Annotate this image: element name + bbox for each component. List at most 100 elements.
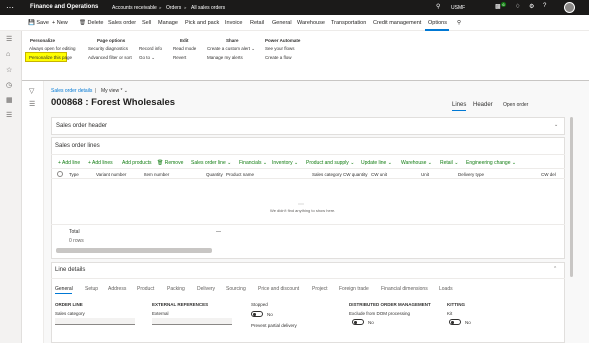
select-all-checkbox[interactable] [57, 171, 63, 177]
tab-transportation[interactable]: Transportation [331, 20, 366, 26]
breadcrumb-accounts-receivable[interactable]: Accounts receivable [112, 5, 157, 11]
col-header-cw-quantity[interactable]: CW quantity [343, 172, 368, 177]
chat-icon[interactable]: ▩ [495, 3, 501, 10]
col-header-type[interactable]: Type [69, 172, 79, 177]
col-header-quantity[interactable]: Quantity [206, 172, 223, 177]
workspaces-icon[interactable]: ▦ [6, 96, 13, 104]
tab-sales-order[interactable]: Sales order [108, 20, 136, 26]
security-diagnostics-button[interactable]: Security diagnostics [88, 46, 128, 51]
action-search-icon[interactable]: ⚲ [457, 20, 461, 26]
tab-address[interactable]: Address [108, 286, 126, 292]
breadcrumb-all-sales-orders[interactable]: All sales orders [191, 5, 225, 11]
tab-retail[interactable]: Retail [250, 20, 264, 26]
hamburger-icon[interactable]: ☰ [6, 35, 12, 43]
read-mode-button[interactable]: Read mode [173, 46, 196, 51]
vertical-scrollbar[interactable] [570, 117, 573, 277]
warehouse-menu[interactable]: Warehouse ⌄ [401, 160, 432, 166]
modules-icon[interactable]: ☰ [6, 111, 12, 119]
chevron-down-icon[interactable]: ⌄ [554, 122, 558, 128]
col-header-variant-number[interactable]: Variant number [96, 172, 126, 177]
col-header-item-number[interactable]: Item number [144, 172, 169, 177]
tab-loads[interactable]: Loads [439, 286, 453, 292]
exclude-dom-toggle[interactable] [352, 319, 364, 325]
sales-order-lines-title[interactable]: Sales order lines [55, 143, 100, 149]
chevron-up-icon[interactable]: ⌃ [553, 266, 557, 272]
header-view-toggle[interactable]: Header [473, 102, 493, 108]
tab-price-and-discount[interactable]: Price and discount [258, 286, 299, 292]
tab-general[interactable]: General [272, 20, 292, 26]
sales-order-header-card[interactable]: Sales order header ⌄ [51, 117, 565, 135]
tab-options[interactable]: Options [428, 20, 447, 26]
tab-invoice[interactable]: Invoice [225, 20, 242, 26]
tab-foreign-trade[interactable]: Foreign trade [339, 286, 369, 292]
engineering-change-menu[interactable]: Engineering change ⌄ [466, 160, 516, 166]
financials-menu[interactable]: Financials ⌄ [239, 160, 267, 166]
gear-icon[interactable]: ⚙ [529, 3, 534, 10]
col-header-cw-delivery[interactable]: CW del [541, 172, 556, 177]
app-launcher-icon[interactable]: ⋯ [6, 3, 15, 12]
sales-order-line-menu[interactable]: Sales order line ⌄ [191, 160, 231, 166]
line-details-title[interactable]: Line details [55, 267, 85, 273]
tab-packing[interactable]: Packing [167, 286, 185, 292]
record-info-button[interactable]: Record info [139, 46, 162, 51]
tab-product[interactable]: Product [137, 286, 154, 292]
create-custom-alert-button[interactable]: Create a custom alert ⌄ [207, 46, 255, 52]
see-your-flows-button[interactable]: See your flows [265, 46, 295, 51]
app-title[interactable]: Finance and Operations [30, 4, 98, 10]
recent-icon[interactable]: ◷ [6, 81, 12, 89]
bell-icon[interactable]: ♢ [515, 3, 520, 10]
save-button[interactable]: 💾 Save [28, 20, 49, 26]
personalize-this-page-button[interactable]: Personalize this page [29, 55, 72, 60]
search-icon[interactable]: ⚲ [436, 3, 440, 10]
horizontal-scrollbar[interactable] [56, 248, 212, 253]
tab-warehouse[interactable]: Warehouse [297, 20, 325, 26]
tab-delivery[interactable]: Delivery [197, 286, 215, 292]
filter-icon[interactable]: ▽ [29, 87, 34, 95]
kit-toggle[interactable] [449, 319, 461, 325]
view-selector[interactable]: My view * ⌄ [101, 88, 128, 94]
create-a-flow-button[interactable]: Create a flow [265, 55, 292, 60]
new-button[interactable]: + New [52, 20, 68, 26]
tab-general[interactable]: General [55, 286, 73, 292]
list-icon[interactable]: ☰ [29, 100, 35, 108]
stopped-toggle[interactable] [251, 311, 263, 317]
lines-view-toggle[interactable]: Lines [452, 102, 466, 108]
avatar[interactable] [564, 2, 575, 13]
revert-button[interactable]: Revert [173, 55, 186, 60]
tab-manage[interactable]: Manage [158, 20, 178, 26]
home-icon[interactable]: ⌂ [6, 51, 10, 58]
help-icon[interactable]: ? [543, 3, 546, 9]
star-icon[interactable]: ☆ [6, 66, 12, 74]
col-header-unit[interactable]: Unit [421, 172, 429, 177]
add-products-button[interactable]: Add products [122, 160, 151, 166]
tab-project[interactable]: Project [312, 286, 328, 292]
go-to-button[interactable]: Go to ⌄ [139, 55, 155, 61]
tab-setup[interactable]: Setup [85, 286, 98, 292]
page-breadcrumb[interactable]: Sales order details [51, 88, 92, 94]
tab-financial-dimensions[interactable]: Financial dimensions [381, 286, 428, 292]
tab-sourcing[interactable]: Sourcing [226, 286, 246, 292]
update-line-menu[interactable]: Update line ⌄ [361, 160, 392, 166]
tab-pick-and-pack[interactable]: Pick and pack [185, 20, 219, 26]
col-header-cw-unit[interactable]: CW unit [371, 172, 387, 177]
sales-order-header-title[interactable]: Sales order header [56, 123, 107, 129]
delete-button[interactable]: 🗑 Delete [79, 20, 103, 26]
breadcrumb-orders[interactable]: Orders [166, 5, 181, 11]
always-open-for-editing-button[interactable]: Always open for editing [29, 46, 76, 51]
add-lines-button[interactable]: + Add lines [88, 160, 113, 166]
tab-sell[interactable]: Sell [142, 20, 151, 26]
add-line-button[interactable]: + Add line [58, 160, 80, 166]
sales-category-input[interactable] [55, 318, 135, 325]
tab-credit-management[interactable]: Credit management [373, 20, 421, 26]
company-picker[interactable]: USMF [451, 5, 465, 11]
manage-my-alerts-button[interactable]: Manage my alerts [207, 55, 243, 60]
col-header-delivery-type[interactable]: Delivery type [458, 172, 484, 177]
inventory-menu[interactable]: Inventory ⌄ [272, 160, 298, 166]
retail-menu[interactable]: Retail ⌄ [440, 160, 458, 166]
remove-button[interactable]: 🗑 Remove [157, 160, 183, 166]
col-header-sales-category[interactable]: Sales category [312, 172, 342, 177]
external-input[interactable] [152, 318, 232, 325]
product-and-supply-menu[interactable]: Product and supply ⌄ [306, 160, 354, 166]
advanced-filter-button[interactable]: Advanced filter or sort [88, 55, 132, 60]
col-header-product-name[interactable]: Product name [226, 172, 254, 177]
